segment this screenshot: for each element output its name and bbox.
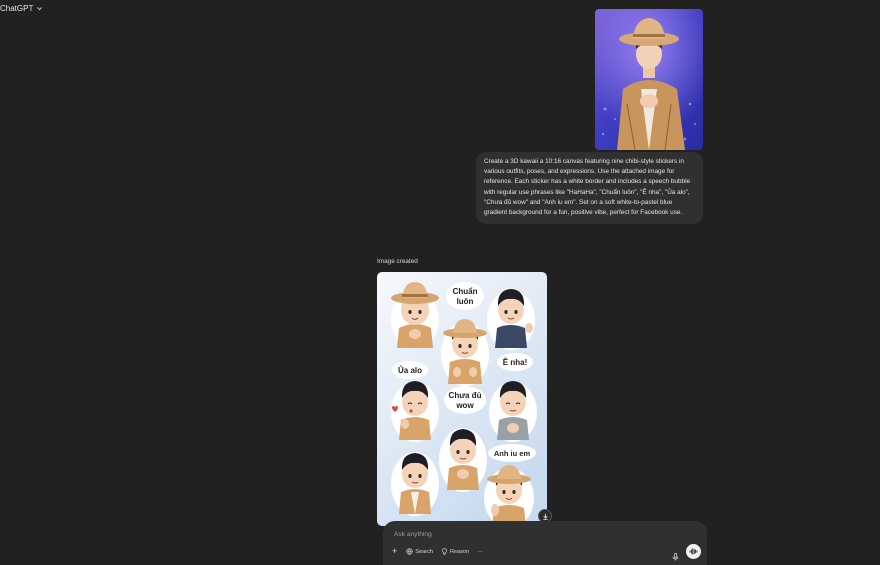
- sticker-sheet: Chuẩn luôn Ê nha! Ủa alo Chưa đủ wow Anh…: [377, 272, 547, 526]
- globe-icon: [406, 548, 413, 555]
- sticker-text-chuan: Chuẩn: [453, 287, 478, 296]
- image-created-label: Image created: [377, 258, 418, 265]
- download-icon: [542, 513, 548, 520]
- sticker-6: [439, 428, 487, 492]
- reason-button[interactable]: Reason: [441, 548, 469, 555]
- waveform-icon: [689, 548, 698, 555]
- sticker-text-wow: wow: [455, 401, 474, 410]
- bubble-ua-alo: Ủa alo: [392, 361, 428, 379]
- sticker-text-luon: luôn: [457, 297, 474, 306]
- generated-sticker-image[interactable]: Chuẩn luôn Ê nha! Ủa alo Chưa đủ wow Anh…: [377, 272, 547, 526]
- user-message-text: Create a 3D kawaii a 10:16 canvas featur…: [484, 158, 691, 217]
- chat-app: ChatGPT Create a 3D kawaii a 10:16 canva…: [0, 0, 880, 565]
- attached-photo[interactable]: [595, 9, 703, 150]
- prompt-input[interactable]: [394, 528, 644, 540]
- search-label: Search: [415, 548, 433, 555]
- user-message-bubble: Create a 3D kawaii a 10:16 canvas featur…: [476, 152, 703, 225]
- model-label: ChatGPT: [0, 4, 34, 13]
- sticker-text-ua-alo: Ủa alo: [398, 366, 422, 375]
- message-composer: + Search Reason ···: [383, 521, 707, 565]
- chevron-down-icon: [37, 7, 43, 11]
- bubble-chuan-luon: Chuẩn luôn: [446, 282, 484, 310]
- reason-label: Reason: [450, 548, 470, 555]
- sticker-text-chua-du: Chưa đủ: [449, 391, 482, 400]
- bubble-e-nha: Ê nha!: [497, 353, 533, 371]
- more-label: ···: [477, 548, 483, 555]
- attached-photo-image: [595, 9, 703, 150]
- lightbulb-icon: [442, 548, 447, 555]
- composer-tools: + Search Reason ···: [392, 547, 483, 556]
- plus-icon[interactable]: +: [392, 547, 397, 556]
- search-button[interactable]: Search: [406, 548, 433, 555]
- voice-mode-button[interactable]: [686, 544, 701, 559]
- model-selector[interactable]: ChatGPT: [0, 4, 43, 13]
- sticker-7: [391, 452, 439, 516]
- microphone-icon: [672, 553, 679, 561]
- more-options-button[interactable]: ···: [477, 549, 483, 555]
- microphone-button[interactable]: [672, 548, 679, 565]
- sticker-text-anh-iu-em: Anh iu em: [494, 449, 531, 458]
- sticker-text-e-nha: Ê nha!: [503, 358, 527, 367]
- bubble-chua-du-wow: Chưa đủ wow: [444, 386, 486, 414]
- bubble-anh-iu-em: Anh iu em: [488, 444, 536, 462]
